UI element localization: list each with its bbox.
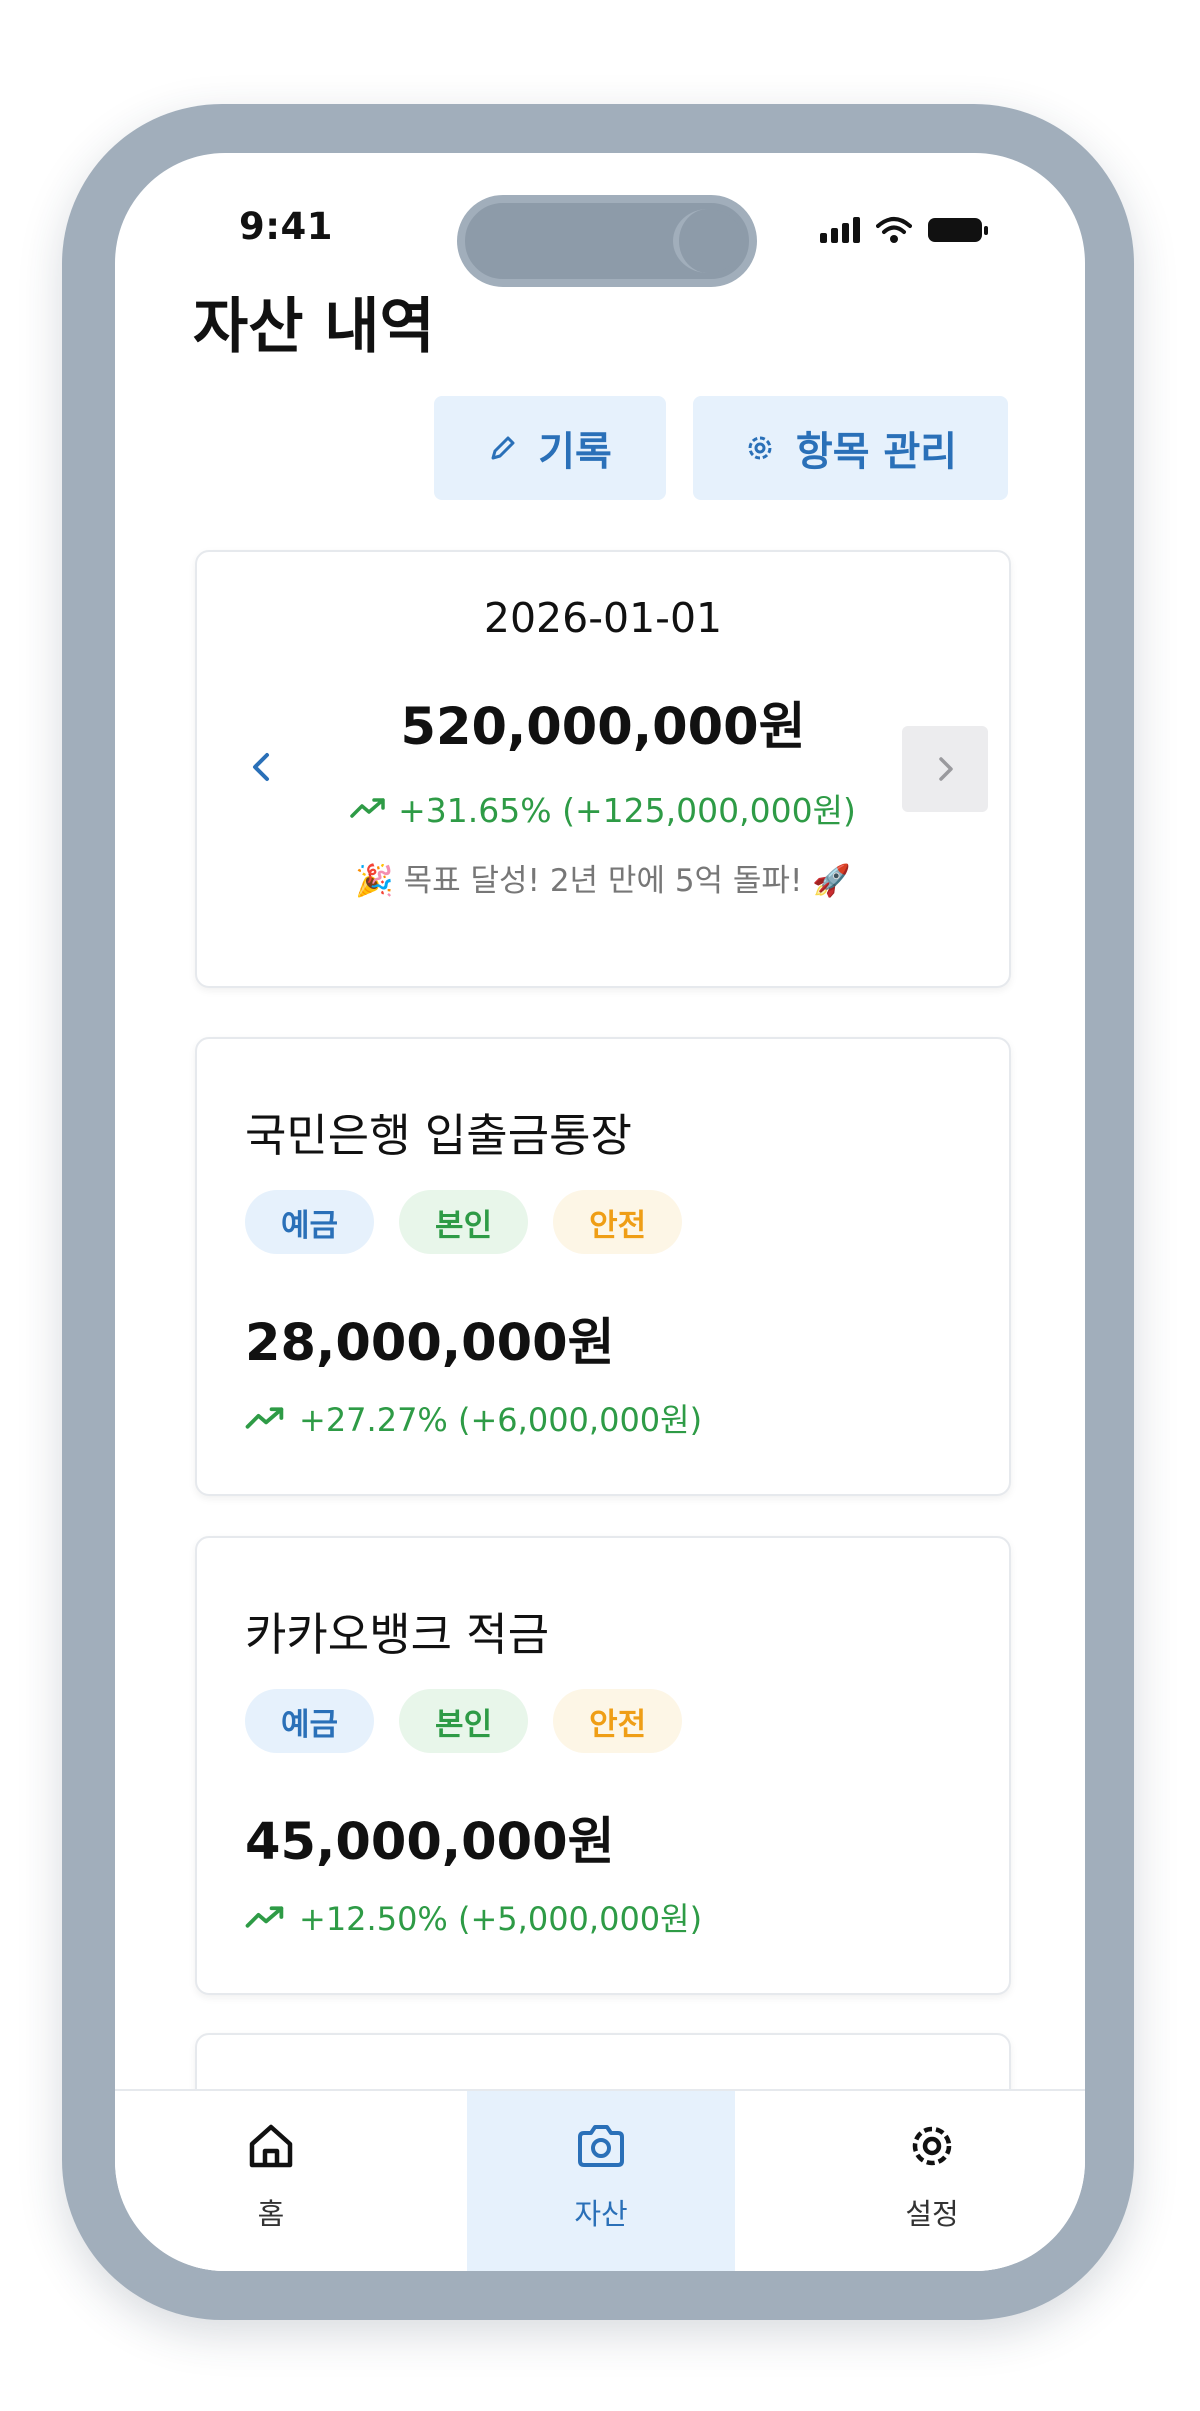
tag-safe: 안전 — [553, 1190, 683, 1254]
status-time: 9:41 — [239, 205, 334, 248]
summary-card: 2026-01-01 520,000,000원 +31.65% (+125,00… — [195, 550, 1011, 988]
asset-tags: 예금 본인 안전 — [245, 1689, 683, 1753]
app-screen: 9:41 자산 내역 기록 항목 관리 2026-01-01 520,000,0… — [115, 153, 1085, 2271]
status-icons — [820, 213, 988, 247]
trending-up-icon — [245, 1906, 284, 1928]
prev-date-button[interactable] — [242, 747, 282, 787]
nav-label-home: 홈 — [257, 2197, 285, 2231]
summary-date: 2026-01-01 — [483, 594, 723, 642]
tag-safe: 안전 — [553, 1689, 683, 1753]
tag-owner: 본인 — [399, 1689, 529, 1753]
wifi-icon — [876, 217, 912, 243]
trending-up-icon — [245, 1407, 284, 1429]
summary-amount: 520,000,000원 — [400, 698, 806, 757]
tag-deposit: 예금 — [245, 1190, 375, 1254]
gear-icon — [912, 2126, 952, 2166]
home-icon — [249, 2124, 293, 2168]
next-date-button[interactable] — [902, 726, 988, 812]
nav-item-assets[interactable]: 자산 — [467, 2091, 735, 2271]
asset-card[interactable]: 카카오뱅크 적금 예금 본인 안전 45,000,000원 +12.50% (+… — [195, 1536, 1011, 1995]
camera-icon — [578, 2125, 624, 2167]
manage-items-button[interactable]: 항목 관리 — [693, 396, 1008, 500]
gear-icon — [748, 436, 772, 460]
asset-change: +27.27% (+6,000,000원) — [245, 1395, 702, 1441]
bottom-nav: 홈 자산 설정 — [115, 2089, 1085, 2271]
tag-deposit: 예금 — [245, 1689, 375, 1753]
manage-items-label: 항목 관리 — [795, 429, 958, 475]
pencil-icon — [491, 436, 515, 460]
battery-icon — [928, 218, 988, 242]
nav-label-assets: 자산 — [574, 2197, 628, 2231]
nav-item-settings[interactable]: 설정 — [815, 2091, 1049, 2271]
asset-name: 국민은행 입출금통장 — [245, 1109, 632, 1162]
chevron-left-icon — [253, 753, 269, 781]
asset-amount: 28,000,000원 — [245, 1314, 615, 1373]
page-title: 자산 내역 — [193, 292, 435, 362]
asset-tags: 예금 본인 안전 — [245, 1190, 683, 1254]
record-button-label: 기록 — [538, 429, 612, 475]
tag-owner: 본인 — [399, 1190, 529, 1254]
summary-change: +31.65% (+125,000,000원) — [197, 784, 1009, 832]
asset-amount: 45,000,000원 — [245, 1813, 615, 1872]
chevron-right-icon — [939, 757, 953, 781]
front-camera — [673, 209, 743, 273]
dynamic-island — [457, 195, 757, 287]
asset-change: +12.50% (+5,000,000원) — [245, 1894, 702, 1940]
asset-change-text: +27.27% (+6,000,000원) — [299, 1401, 703, 1439]
record-button[interactable]: 기록 — [434, 396, 666, 500]
asset-name: 카카오뱅크 적금 — [245, 1608, 550, 1661]
signal-icon — [820, 217, 860, 243]
summary-change-text: +31.65% (+125,000,000원) — [398, 791, 856, 830]
asset-change-text: +12.50% (+5,000,000원) — [299, 1900, 703, 1938]
nav-item-home[interactable]: 홈 — [195, 2091, 347, 2271]
nav-label-settings: 설정 — [905, 2197, 959, 2231]
asset-card[interactable]: 국민은행 입출금통장 예금 본인 안전 28,000,000원 +27.27% … — [195, 1037, 1011, 1496]
goal-message: 🎉 목표 달성! 2년 만에 5억 돌파! 🚀 — [355, 863, 851, 899]
trending-up-icon — [350, 798, 385, 818]
